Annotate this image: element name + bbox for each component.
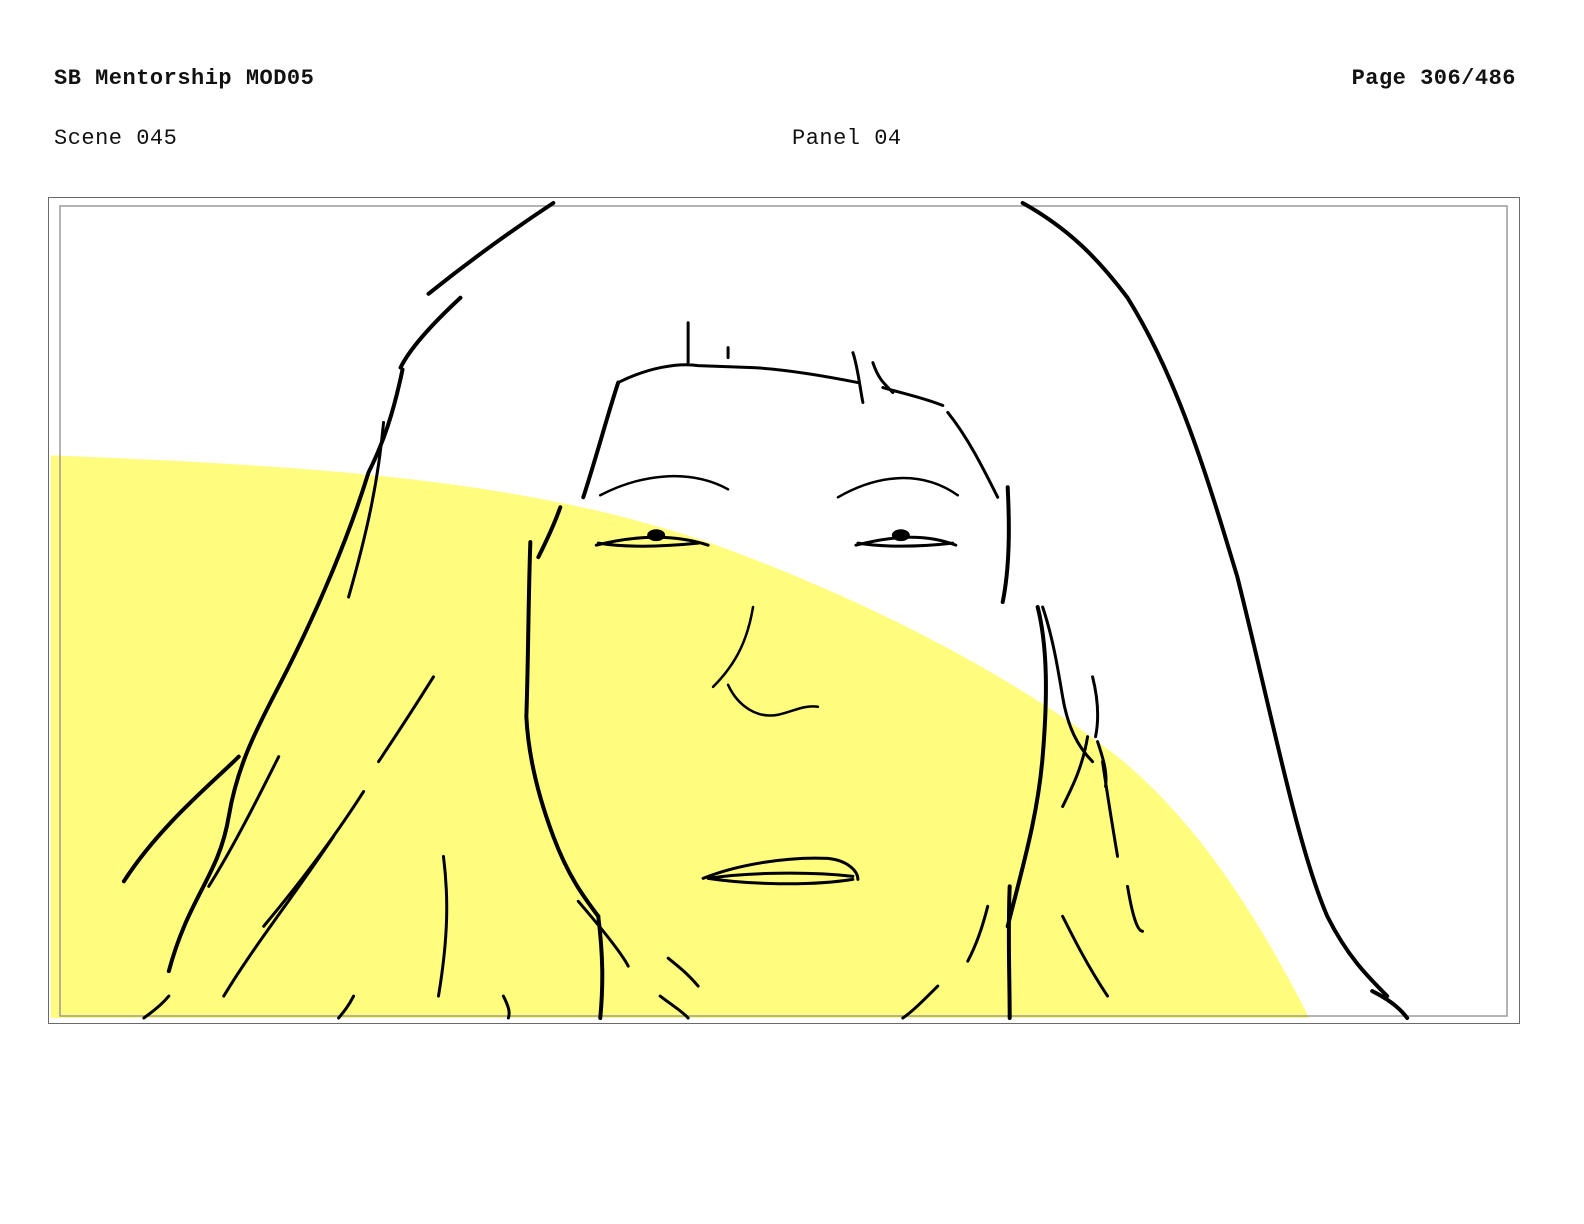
panel-label: Panel 04	[792, 126, 902, 151]
document-title: SB Mentorship MOD05	[54, 66, 315, 91]
storyboard-panel	[48, 197, 1520, 1024]
eyebrow-left	[599, 474, 730, 497]
hairline	[616, 321, 1000, 499]
page-number: Page 306/486	[1351, 66, 1516, 91]
pupil-left	[647, 529, 666, 542]
eyebrow-right	[836, 476, 960, 499]
pupil-right	[891, 529, 910, 542]
panel-sketch	[50, 200, 1508, 1021]
scene-label: Scene 045	[54, 126, 178, 151]
